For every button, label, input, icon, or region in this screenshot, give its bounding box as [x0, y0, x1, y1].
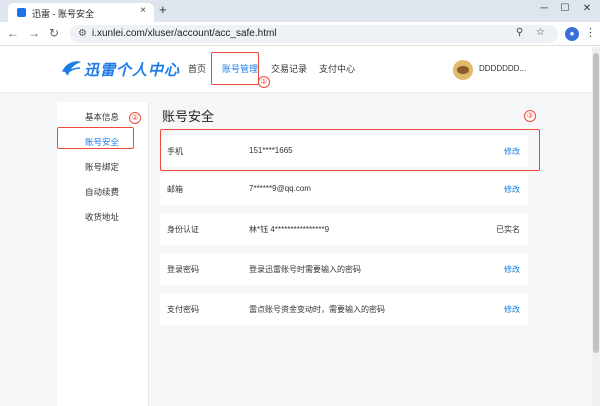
nav-home[interactable]: 首页	[188, 62, 206, 75]
security-row-identity: 身份认证 林*钰 4****************9 已实名	[160, 213, 528, 245]
sidebar-item-shipping-address[interactable]: 收货地址	[57, 207, 147, 227]
modify-email-link[interactable]: 修改	[504, 184, 520, 195]
tab-close-icon[interactable]: ×	[140, 5, 146, 16]
security-row-login-password: 登录密码 登录迅雷账号时需要输入的密码 修改	[160, 253, 528, 285]
annotation-box-3	[160, 129, 540, 171]
annotation-number-1: ①	[258, 76, 270, 88]
forward-arrow-icon[interactable]: →	[27, 26, 41, 40]
row-value: 雷点账号资金变动时，需要输入的密码	[249, 305, 385, 314]
browser-toolbar: ← → ↻ ⚙ i.xunlei.com/xluser/account/acc_…	[0, 22, 600, 46]
profile-avatar-icon[interactable]: ●	[565, 27, 579, 41]
xunlei-favicon-icon	[17, 8, 26, 17]
window-close-icon[interactable]: ✕	[580, 3, 594, 14]
user-avatar[interactable]	[453, 60, 473, 80]
site-info-icon[interactable]: ⚙	[78, 28, 87, 39]
row-value: 林*钰 4****************9	[249, 225, 330, 234]
row-value: 登录迅雷账号时需要输入的密码	[249, 265, 361, 274]
bookmark-star-icon[interactable]: ☆	[536, 27, 545, 38]
annotation-number-2: ②	[129, 112, 141, 124]
row-label: 身份认证	[167, 225, 199, 234]
security-row-payment-password: 支付密码 雷点账号资金变动时，需要输入的密码 修改	[160, 293, 528, 325]
scrollbar-thumb[interactable]	[593, 53, 599, 353]
verified-status: 已实名	[496, 225, 520, 234]
browser-tab-bar: 迅雷 - 账号安全 × + ─ ☐ ✕	[0, 0, 600, 22]
site-logo-text[interactable]: 迅雷个人中心	[84, 59, 180, 80]
sidebar-item-account-binding[interactable]: 账号绑定	[57, 157, 147, 177]
page-content: 迅雷个人中心 首页 账号管理 交易记录 支付中心 ① DDDDDDD... 基本…	[0, 47, 600, 406]
address-bar[interactable]: ⚙ i.xunlei.com/xluser/account/acc_safe.h…	[70, 25, 558, 43]
security-row-email: 邮箱 7******9@qq.com 修改	[160, 173, 528, 205]
page-scrollbar[interactable]	[592, 47, 600, 406]
page-title: 账号安全	[162, 109, 215, 124]
annotation-number-3: ③	[524, 110, 536, 122]
row-value: 7******9@qq.com	[249, 184, 311, 193]
new-tab-button[interactable]: +	[159, 2, 167, 17]
browser-menu-icon[interactable]: ⋮	[585, 26, 596, 39]
nav-payment-center[interactable]: 支付中心	[319, 62, 355, 75]
maximize-icon[interactable]: ☐	[558, 3, 572, 14]
minimize-icon[interactable]: ─	[537, 3, 551, 14]
reload-icon[interactable]: ↻	[47, 26, 61, 40]
back-arrow-icon[interactable]: ←	[6, 26, 20, 40]
nav-transaction-records[interactable]: 交易记录	[271, 62, 307, 75]
sidebar-item-auto-renewal[interactable]: 自动续费	[57, 182, 147, 202]
site-header: 迅雷个人中心 首页 账号管理 交易记录 支付中心 ① DDDDDDD...	[0, 47, 600, 93]
row-label: 邮箱	[167, 185, 183, 194]
modify-payment-password-link[interactable]: 修改	[504, 304, 520, 315]
url-text[interactable]: i.xunlei.com/xluser/account/acc_safe.htm…	[92, 28, 277, 39]
annotation-box-1	[211, 52, 259, 85]
row-label: 支付密码	[167, 305, 199, 314]
username[interactable]: DDDDDDD...	[479, 64, 526, 73]
browser-tab[interactable]: 迅雷 - 账号安全 ×	[8, 3, 154, 22]
xunlei-logo-icon[interactable]	[60, 58, 82, 80]
annotation-box-2	[57, 127, 134, 149]
row-label: 登录密码	[167, 265, 199, 274]
zoom-icon[interactable]: ⚲	[516, 27, 523, 38]
modify-login-password-link[interactable]: 修改	[504, 264, 520, 275]
tab-title: 迅雷 - 账号安全	[32, 9, 94, 19]
